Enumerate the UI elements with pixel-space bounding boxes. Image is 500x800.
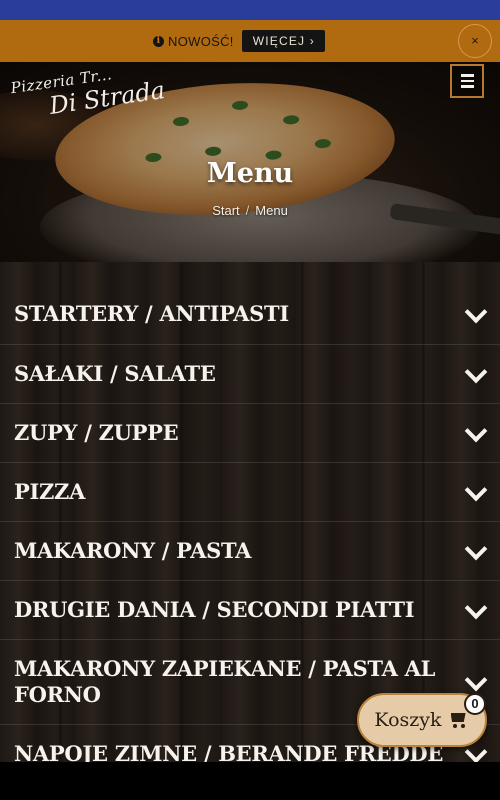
chevron-down-icon[interactable] [464, 603, 486, 617]
category-label: ZUPY / ZUPPE [14, 420, 179, 445]
chevron-down-icon[interactable] [464, 675, 486, 689]
cart-label: Koszyk [374, 709, 442, 731]
category-pizza[interactable]: PIZZA [0, 463, 500, 522]
chevron-down-icon[interactable] [464, 747, 486, 761]
breadcrumb-link-start[interactable]: Start [212, 203, 239, 218]
announcement-text: NOWOŚĆ! [168, 33, 234, 49]
breadcrumb-separator: / [245, 203, 250, 218]
category-startery[interactable]: STARTERY / ANTIPASTI [0, 286, 500, 345]
hamburger-icon[interactable] [450, 64, 484, 98]
announcement-bar: i NOWOŚĆ! WIĘCEJ › × [0, 20, 500, 62]
chevron-down-icon[interactable] [464, 307, 486, 321]
category-salaki[interactable]: SAŁAKI / SALATE [0, 345, 500, 404]
category-label: MAKARONY / PASTA [14, 538, 252, 563]
chevron-down-icon[interactable] [464, 426, 486, 440]
cart-icon [448, 711, 470, 729]
category-zupy[interactable]: ZUPY / ZUPPE [0, 404, 500, 463]
top-color-bar [0, 0, 500, 20]
cart-count-badge: 0 [464, 693, 486, 715]
category-drugie-dania[interactable]: DRUGIE DANIA / SECONDI PIATTI [0, 581, 500, 640]
page-header-hero: Pizzeria Tr... Di Strada Menu Start / Menu [0, 62, 500, 262]
category-label: STARTERY / ANTIPASTI [14, 301, 289, 326]
category-label: DRUGIE DANIA / SECONDI PIATTI [14, 597, 415, 622]
breadcrumb-current: Menu [255, 203, 288, 218]
close-icon[interactable]: × [458, 24, 492, 58]
category-makarony[interactable]: MAKARONY / PASTA [0, 522, 500, 581]
chevron-down-icon[interactable] [464, 367, 486, 381]
info-icon: i [153, 35, 165, 47]
breadcrumb: Start / Menu [0, 203, 500, 218]
bottom-bar [0, 762, 500, 800]
page-title: Menu [206, 158, 294, 189]
category-label: PIZZA [14, 479, 86, 504]
chevron-down-icon[interactable] [464, 485, 486, 499]
category-label: SAŁAKI / SALATE [14, 361, 216, 386]
more-button[interactable]: WIĘCEJ › [241, 30, 325, 52]
chevron-down-icon[interactable] [464, 544, 486, 558]
announcement-label: i NOWOŚĆ! [153, 34, 234, 49]
